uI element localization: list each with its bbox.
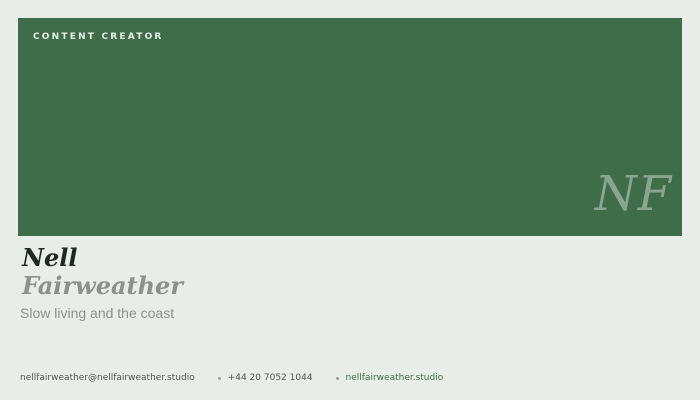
phone-link[interactable]: +44 20 7052 1044 [228,373,313,383]
separator-dot-icon [335,376,339,380]
contact-row: nellfairweather@nellfairweather.studio +… [20,371,443,385]
website-link[interactable]: nellfairweather.studio [346,373,444,383]
header-banner: CONTENT CREATOR NF [18,18,682,236]
business-card: CONTENT CREATOR NF Nell Fairweather Slow… [0,0,700,400]
first-name: Nell [22,243,78,272]
tagline: Slow living and the coast [20,305,175,321]
role-label: CONTENT CREATOR [33,32,164,42]
last-name: Fairweather [22,271,183,300]
monogram-logo: NF [594,166,672,222]
separator-dot-icon [217,376,221,380]
email-link[interactable]: nellfairweather@nellfairweather.studio [20,373,195,383]
